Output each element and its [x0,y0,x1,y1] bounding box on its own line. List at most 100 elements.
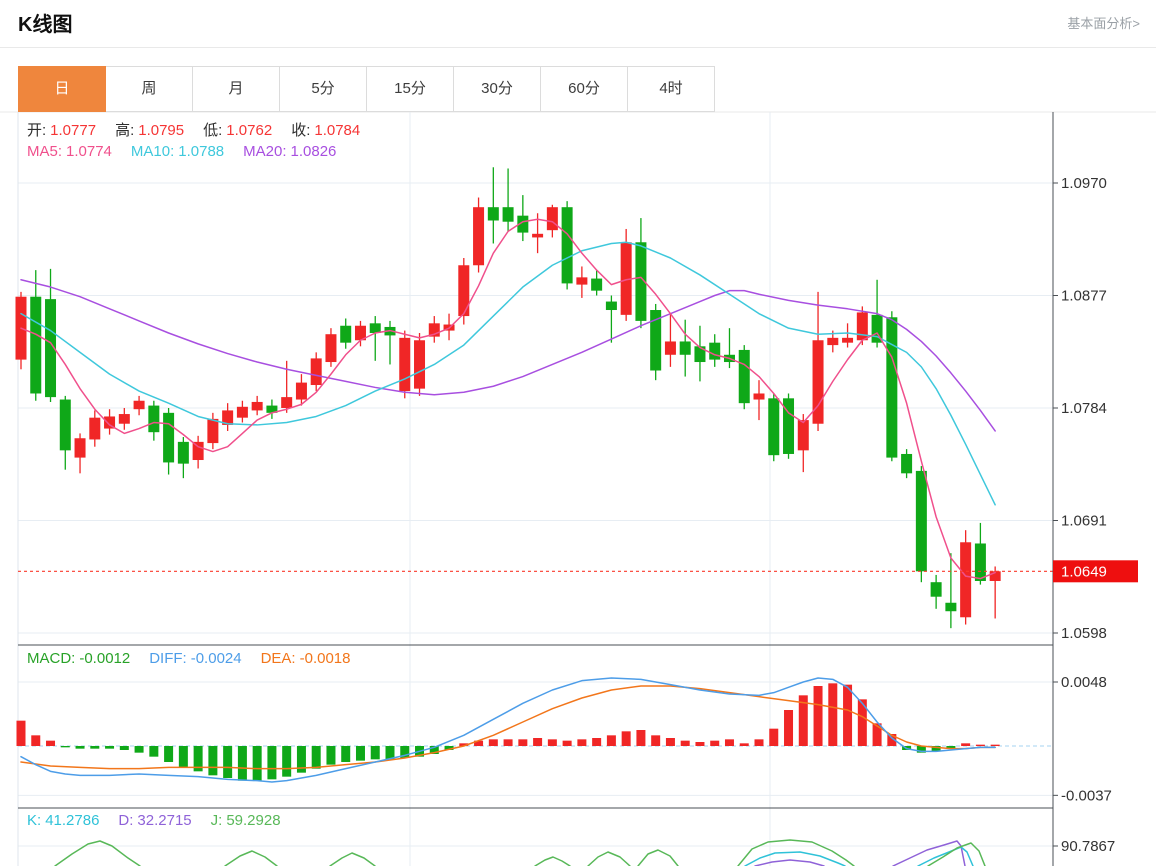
macd-bar [651,735,661,746]
candle-body [945,602,957,612]
candle-body [856,312,868,341]
current-price-label: 1.0649 [1061,563,1107,580]
macd-bar [267,746,277,780]
macd-bar [813,686,823,746]
interval-tab-bar: 日周月 5分 15分 30分 60分 4时 [18,66,715,112]
macd-bar [843,684,853,746]
candle-body [163,412,175,463]
tab-日[interactable]: 日 [18,66,106,112]
legend-item: 高: 1.0795 [115,122,185,139]
axis-label: 1.0970 [1061,175,1107,192]
grid-lines [0,111,1156,866]
macd-bar [695,742,705,746]
macd-bar [636,730,646,746]
macd-bar [828,683,838,746]
candle-body [664,341,676,355]
candle-body [133,400,145,410]
candle-body [414,340,426,389]
candle-body [546,207,558,231]
candle-body [399,337,411,392]
candle-body [901,453,913,474]
macd-bar [208,746,218,776]
legend-item: DEA: -0.0018 [260,650,351,667]
macd-bar [75,746,85,749]
macd-bar [355,746,365,761]
candle-body [974,543,986,581]
kdj-j-line [329,852,376,866]
kdj-d-line [754,859,825,866]
candle-body [487,207,499,221]
tab-60分[interactable]: 60分 [540,66,628,112]
macd-bar [739,743,749,746]
axis-label: 1.0784 [1061,400,1107,417]
candle-body [310,358,322,386]
candle-body [827,337,839,346]
kdj-j-line [224,850,278,866]
axis-label: 1.0691 [1061,513,1107,530]
macd-bar [975,744,985,746]
legend-item: J: 59.2928 [210,812,281,829]
ma5-line [20,218,996,580]
legend-item: D: 32.2715 [118,812,192,829]
legend-item: MA5: 1.0774 [27,143,112,160]
macd-bar [680,740,690,746]
candle-body [502,207,514,222]
candle-body [30,296,42,394]
macd-bar [60,746,70,748]
candle-body [812,340,824,424]
macd-bar [547,739,557,746]
macd-bar [341,746,351,762]
legend-item: MA10: 1.0788 [130,143,225,160]
macd-bar [16,720,26,746]
candle-body [591,278,603,291]
candle-body [797,420,809,451]
macd-bar [488,739,498,746]
macd-bar [164,746,174,762]
axis-label: -0.0037 [1061,787,1112,804]
legend-item: MA20: 1.0826 [243,143,337,160]
kdj-legend: K: 41.2786 D: 32.2715 J: 59.2928 [27,812,281,829]
candles[interactable] [15,167,1001,629]
tab-4时[interactable]: 4时 [627,66,715,112]
axis-label: 1.0877 [1061,288,1107,305]
legend-item: 开: 1.0777 [27,122,97,139]
axis-label: 0.0048 [1061,674,1107,691]
candle-body [605,301,617,311]
macd-bar [769,728,779,746]
kdj-j-line [587,851,631,866]
candle-body [561,207,573,284]
candle-body [709,342,721,360]
candle-body [960,542,972,618]
tab-周[interactable]: 周 [105,66,193,112]
ohlc-legend: 开: 1.0777 高: 1.0795 低: 1.0762 收: 1.0784 [27,119,360,140]
macd-bar [990,744,1000,746]
candle-body [768,398,780,456]
macd-bar [784,710,794,746]
tab-月[interactable]: 月 [192,66,280,112]
candle-body [738,349,750,404]
candle-body [369,323,381,333]
macd-bar [237,746,247,781]
tab-30分[interactable]: 30分 [453,66,541,112]
macd-bar [961,743,971,746]
candle-body [930,582,942,597]
axis-label: 90.7867 [1061,838,1115,855]
macd-bar [105,746,115,749]
macd-bar [665,738,675,746]
tab-5分[interactable]: 5分 [279,66,367,112]
tab-15分[interactable]: 15分 [366,66,454,112]
candle-body [576,277,588,285]
candle-body [192,441,204,461]
candle-body [532,233,544,238]
candle-body [915,470,927,572]
candle-body [118,414,130,424]
candle-body [89,417,101,440]
kdj-panel[interactable] [54,839,986,866]
macd-bar [31,735,41,746]
candle-body [340,325,352,343]
macd-panel[interactable] [16,677,1054,783]
kdj-k-line [744,851,846,866]
candle-body [679,341,691,355]
candle-body [473,207,485,266]
ma10-line [20,241,996,506]
